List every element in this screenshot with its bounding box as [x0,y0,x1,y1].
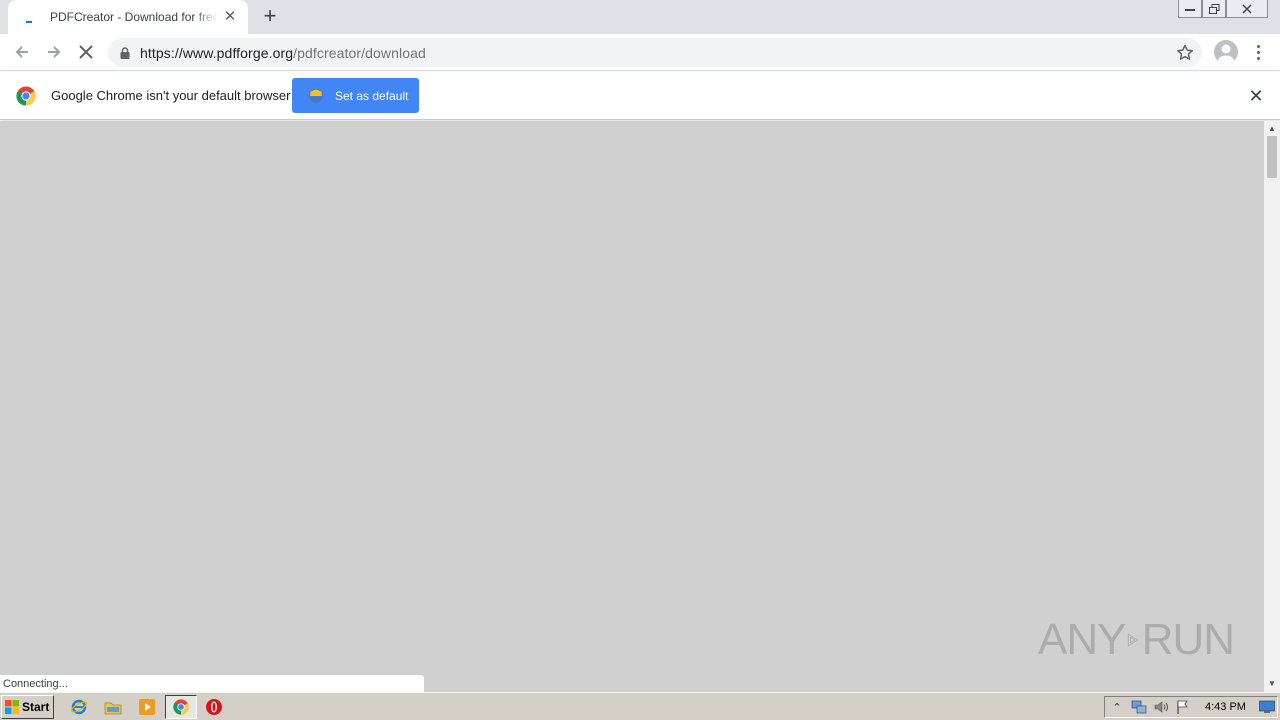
opera-icon[interactable] [205,698,223,716]
uac-shield-icon [309,88,323,103]
scroll-up-arrow-icon[interactable]: ▲ [1267,124,1277,134]
close-window-button[interactable] [1226,0,1268,18]
watermark-text-right: RUN [1141,615,1235,664]
browser-toolbar: https://www.pdfforge.org/pdfcreator/down… [0,34,1280,71]
start-label: Start [22,700,50,714]
bookmark-star-icon[interactable] [1176,44,1194,62]
show-hidden-icons-chevron-icon[interactable]: ⌃ [1109,699,1125,715]
volume-icon[interactable] [1153,699,1169,715]
profile-avatar-icon[interactable] [1214,40,1238,64]
vertical-scrollbar[interactable]: ▲ ▼ [1264,121,1280,692]
new-tab-button[interactable]: + [258,5,282,29]
forward-arrow-icon [48,46,61,58]
watermark-text-left: ANY [1038,615,1126,664]
network-icon[interactable] [1131,699,1147,715]
infobar-message: Google Chrome isn't your default browser [51,88,291,103]
system-tray: ⌃ 4:43 PM [1104,696,1278,718]
loading-favicon-icon [22,9,38,25]
url-domain: https://www.pdfforge.org [140,44,294,61]
lock-icon [120,46,130,59]
media-player-icon[interactable] [138,698,156,716]
status-bubble: Connecting... [0,674,425,692]
taskbar-chrome-icon [173,699,189,715]
window-controls [1178,0,1268,18]
set-as-default-label: Set as default [335,88,409,103]
url-text: https://www.pdfforge.org/pdfcreator/down… [140,45,426,61]
windows-taskbar: Start ⌃ 4:43 PM [0,692,1280,720]
show-desktop-icon[interactable] [1259,699,1275,715]
internet-explorer-icon[interactable] [70,698,88,716]
page-content [0,121,1264,692]
watermark-play-icon [1128,633,1139,647]
restore-button[interactable] [1202,0,1226,18]
scrollbar-thumb[interactable] [1267,136,1277,178]
back-button[interactable] [6,36,38,68]
forward-button[interactable] [38,36,70,68]
stop-x-icon [79,45,93,59]
tab-title: PDFCreator - Download for free, download… [50,10,218,24]
address-bar[interactable]: https://www.pdfforge.org/pdfcreator/down… [108,38,1202,67]
tab-strip: PDFCreator - Download for free, download… [0,0,1280,34]
stop-button[interactable] [70,36,102,68]
taskbar-clock[interactable]: 4:43 PM [1205,701,1246,713]
tab-pdfcreator[interactable]: PDFCreator - Download for free, download… [8,0,248,34]
set-as-default-button[interactable]: Set as default [292,78,419,113]
windows-logo-icon [5,700,19,714]
scroll-down-arrow-icon[interactable]: ▼ [1267,679,1277,689]
back-arrow-icon [15,46,28,58]
action-center-flag-icon[interactable] [1175,699,1191,715]
tab-close-icon[interactable]: ✕ [222,9,238,25]
chrome-logo-icon [16,86,36,106]
start-button[interactable]: Start [1,695,54,719]
default-browser-infobar: Google Chrome isn't your default browser [0,72,1280,120]
chrome-menu-icon[interactable] [1250,40,1266,64]
taskbar-chrome-button[interactable] [165,695,197,719]
anyrun-watermark: ANY RUN [1038,608,1235,672]
url-path: /pdfcreator/download [293,44,426,61]
infobar-close-icon[interactable]: ✕ [1247,86,1265,106]
minimize-button[interactable] [1178,0,1202,18]
file-explorer-icon[interactable] [104,698,122,716]
